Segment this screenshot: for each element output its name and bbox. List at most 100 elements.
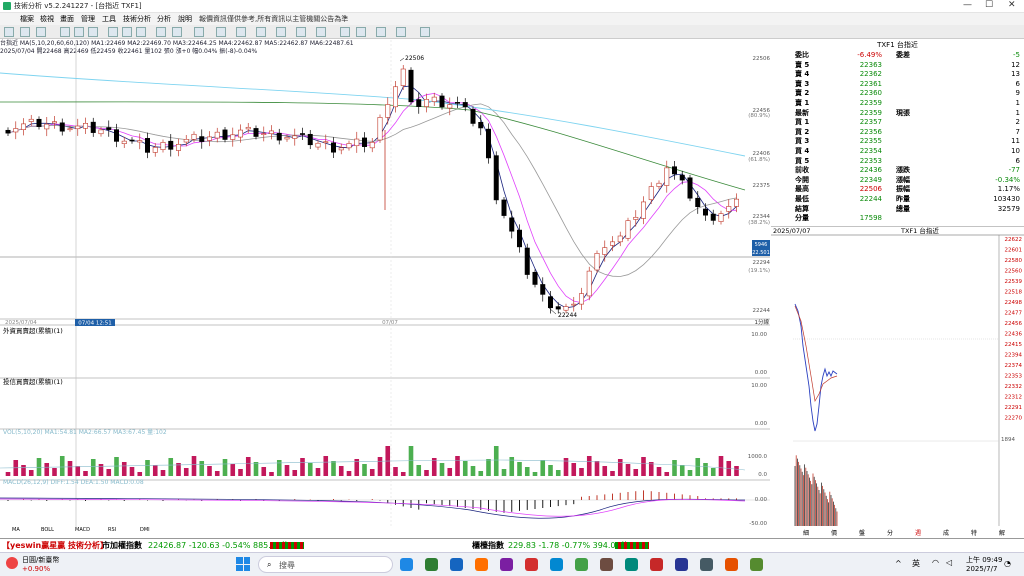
menu-tools[interactable]: 工具 — [102, 14, 116, 24]
candle-body — [59, 122, 65, 132]
app-icon-3[interactable] — [700, 558, 713, 571]
quote-row[interactable]: 買 1 22357 2 — [771, 118, 1024, 128]
toolbar-bars-icon[interactable] — [194, 27, 204, 37]
toolbar-circle-icon[interactable] — [296, 27, 306, 37]
toolbar-tile-icon[interactable] — [122, 27, 132, 37]
menu-view[interactable]: 檢視 — [40, 14, 54, 24]
quote-row[interactable]: 買 2 22356 7 — [771, 128, 1024, 138]
menu-file[interactable]: 檔案 — [20, 14, 34, 24]
store-icon[interactable] — [475, 558, 488, 571]
quote-tab[interactable]: 價 — [831, 528, 837, 537]
quote-row[interactable]: 最高 22506 振幅 1.17% — [771, 185, 1024, 195]
toolbar-save-icon[interactable] — [420, 27, 430, 37]
toolbar-zoom-out-icon[interactable] — [74, 27, 84, 37]
clock-date[interactable]: 2025/7/7 — [966, 565, 997, 573]
candle-body — [28, 118, 34, 122]
quote-row[interactable]: 賣 1 22359 1 — [771, 99, 1024, 109]
quote-tab[interactable]: 盤 — [859, 528, 865, 537]
quote-label: 買 1 — [795, 118, 810, 127]
line-icon[interactable] — [575, 558, 588, 571]
candle-body — [67, 128, 73, 131]
volume-bar — [393, 467, 398, 476]
menu-screen[interactable]: 畫面 — [60, 14, 74, 24]
media-icon[interactable] — [525, 558, 538, 571]
edge-icon[interactable] — [450, 558, 463, 571]
quote-tab[interactable]: 週 — [915, 528, 921, 537]
notification-icon[interactable]: ◔ — [1004, 559, 1011, 568]
search-input[interactable]: ⌕ 搜尋 — [258, 556, 393, 573]
toolbar-text-icon[interactable] — [216, 27, 226, 37]
tab-ma[interactable]: MA — [12, 527, 20, 533]
quote-tab[interactable]: 成 — [943, 528, 949, 537]
close-icon[interactable]: ✕ — [1008, 0, 1016, 10]
toolbar-grid-icon[interactable] — [4, 27, 14, 37]
app-icon-2[interactable] — [625, 558, 638, 571]
chart-area[interactable]: 2250622456224062237522359223442229422244… — [0, 40, 770, 527]
files-icon[interactable] — [600, 558, 613, 571]
toolbar-draw-icon[interactable] — [156, 27, 166, 37]
excel-icon[interactable] — [425, 558, 438, 571]
quote-tab[interactable]: 特 — [971, 528, 977, 537]
toolbar-rect-icon[interactable] — [276, 27, 286, 37]
menu-analysis[interactable]: 分析 — [157, 14, 171, 24]
menu-manage[interactable]: 管理 — [81, 14, 95, 24]
tab-rsi[interactable]: RSI — [108, 527, 116, 533]
volume-icon[interactable]: ◁ — [946, 558, 952, 567]
quote-row[interactable]: 委比 -6.49% 委差 -5 — [771, 51, 1024, 61]
clock-time[interactable]: 上午 09:49 — [966, 555, 1002, 565]
toolbar-settings-icon[interactable] — [316, 27, 326, 37]
tab-macd[interactable]: MACD — [75, 527, 90, 533]
chrome-icon[interactable] — [650, 558, 663, 571]
quote-tab[interactable]: 細 — [803, 528, 809, 537]
toolbar-layout-icon[interactable] — [36, 27, 46, 37]
toolbar-window-icon[interactable] — [88, 27, 98, 37]
quote-row[interactable]: 買 3 22355 11 — [771, 137, 1024, 147]
quote-row[interactable]: 今開 22349 漲幅 -0.34% — [771, 176, 1024, 186]
quote-row[interactable]: 分量 17598 — [771, 214, 1024, 224]
menu-help[interactable]: 說明 — [178, 14, 192, 24]
tab-boll[interactable]: BOLL — [41, 527, 54, 533]
toolbar-cursor-icon[interactable] — [256, 27, 266, 37]
quote-row[interactable]: 前收 22436 漲跌 -77 — [771, 166, 1024, 176]
quote-tab[interactable]: 解 — [999, 528, 1005, 537]
yahoo-icon[interactable] — [500, 558, 513, 571]
terminal-icon[interactable] — [675, 558, 688, 571]
toolbar-measure-icon[interactable] — [236, 27, 246, 37]
weather-icon[interactable] — [6, 557, 18, 569]
menu-technical[interactable]: 技術分析 — [123, 14, 151, 24]
mini-chart[interactable]: 2025/07/07 TXF1 台指近 22622 22601 22580 22560 22… — [771, 226, 1024, 526]
toolbar-cascade-icon[interactable] — [136, 27, 146, 37]
toolbar-font-icon[interactable] — [340, 27, 350, 37]
quote-row[interactable]: 買 5 22353 6 — [771, 157, 1024, 167]
candle-body — [114, 129, 120, 142]
start-icon[interactable] — [236, 557, 250, 571]
app-icon-5[interactable] — [750, 558, 763, 571]
quote-row[interactable]: 最新 22359 現張 1 — [771, 109, 1024, 119]
quote-row[interactable]: 賣 2 22360 9 — [771, 89, 1024, 99]
explorer-icon[interactable] — [400, 558, 413, 571]
quote-row[interactable]: 買 4 22354 10 — [771, 147, 1024, 157]
tray-chevron-icon[interactable]: ^ — [895, 559, 902, 568]
toolbar-zoom-in-icon[interactable] — [60, 27, 70, 37]
quote-row[interactable]: 賣 5 22363 12 — [771, 61, 1024, 71]
language-indicator[interactable]: 英 — [912, 558, 920, 569]
candle-body — [346, 143, 352, 149]
quote-tab[interactable]: 分 — [887, 528, 893, 537]
quote-row[interactable]: 賣 3 22361 6 — [771, 80, 1024, 90]
toolbar-pointer-icon[interactable] — [376, 27, 386, 37]
quote-row[interactable]: 賣 4 22362 13 — [771, 70, 1024, 80]
quote-row[interactable]: 結算 總量 32579 — [771, 205, 1024, 215]
toolbar-add-icon[interactable] — [20, 27, 30, 37]
mini-axis-label: 22270 — [1005, 416, 1023, 422]
toolbar-zoom-icon[interactable] — [396, 27, 406, 37]
wifi-icon[interactable]: ◠ — [932, 558, 939, 567]
settings-icon[interactable] — [550, 558, 563, 571]
quote-row[interactable]: 最低 22244 昨量 103430 — [771, 195, 1024, 205]
toolbar-line-icon[interactable] — [172, 27, 182, 37]
toolbar-mark-icon[interactable] — [356, 27, 366, 37]
toolbar-split-icon[interactable] — [108, 27, 118, 37]
maximize-icon[interactable]: ☐ — [985, 0, 993, 10]
tab-dmi[interactable]: DMI — [140, 527, 150, 533]
app-icon-4[interactable] — [725, 558, 738, 571]
minimize-icon[interactable]: — — [963, 0, 972, 10]
